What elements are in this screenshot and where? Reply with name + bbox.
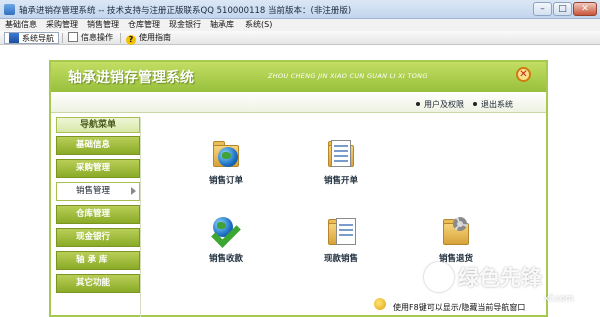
panel-title: 轴承进销存管理系统 xyxy=(68,70,194,86)
bullet-icon xyxy=(473,102,477,106)
cash-sales-label: 现款销售 xyxy=(323,254,358,264)
sidebar-item-bearing-library[interactable]: 轴 承 库 xyxy=(56,251,140,270)
panel-close-icon[interactable]: ✕ xyxy=(516,67,531,82)
sales-invoice-label: 销售开单 xyxy=(323,176,358,186)
sidebar-item-sales[interactable]: 销售管理 xyxy=(56,182,140,201)
toolbar-separator xyxy=(62,33,63,43)
menu-cash-bank[interactable]: 现金银行 xyxy=(169,19,201,31)
toolbar: 系统导航 信息操作 ? 使用指南 xyxy=(0,31,600,45)
application-window: 轴承进销存管理系统 -- 技术支持与注册正版联系QQ 510000118 当前版… xyxy=(0,0,600,317)
document-icon xyxy=(68,32,78,42)
maximize-button[interactable]: □ xyxy=(553,2,572,16)
menu-basic-info[interactable]: 基础信息 xyxy=(5,19,37,31)
bullet-icon xyxy=(416,102,420,106)
exit-system-link[interactable]: 退出系统 xyxy=(473,99,513,110)
menu-bar: 基础信息 采购管理 销售管理 仓库管理 现金银行 轴承库 系统(S) xyxy=(0,19,600,31)
document-list-icon xyxy=(324,137,358,171)
users-permissions-label: 用户及权限 xyxy=(424,100,464,109)
nav-menu-heading: 导航菜单 xyxy=(56,117,140,133)
panel-subtitle: ZHOU CHENG JIN XIAO CUN GUAN LI XI TONG xyxy=(268,72,428,80)
sales-receipt-label: 销售收款 xyxy=(208,254,243,264)
toolbar-guide-button[interactable]: ? 使用指南 xyxy=(126,32,171,45)
toolbar-separator xyxy=(120,33,121,43)
gear-folder-icon xyxy=(439,215,473,249)
minimize-button[interactable]: – xyxy=(533,2,552,16)
menu-system[interactable]: 系统(S) xyxy=(245,19,272,31)
sales-receipt-button[interactable]: 销售收款 xyxy=(186,215,266,264)
sidebar-item-other[interactable]: 其它功能 xyxy=(56,274,140,293)
arrow-right-icon xyxy=(131,187,136,195)
close-window-button[interactable]: ✕ xyxy=(573,2,597,16)
sidebar-item-sales-label: 销售管理 xyxy=(76,186,111,196)
window-title: 轴承进销存管理系统 -- 技术支持与注册正版联系QQ 510000118 当前版… xyxy=(19,6,352,16)
users-permissions-link[interactable]: 用户及权限 xyxy=(416,99,464,110)
cash-sales-button[interactable]: 现款销售 xyxy=(301,215,381,264)
sidebar-item-cash-bank[interactable]: 现金银行 xyxy=(56,228,140,247)
panel-divider xyxy=(140,117,141,317)
app-icon xyxy=(4,4,15,15)
toolbar-info-button[interactable]: 信息操作 xyxy=(68,32,113,44)
menu-warehouse[interactable]: 仓库管理 xyxy=(128,19,160,31)
toolbar-info-label: 信息操作 xyxy=(81,33,113,42)
sidebar-item-basic-info[interactable]: 基础信息 xyxy=(56,136,140,155)
toolbar-system-nav-label: 系统导航 xyxy=(22,34,54,43)
watermark-logo-icon xyxy=(424,262,454,292)
menu-sales[interactable]: 销售管理 xyxy=(87,19,119,31)
watermark-subtext: xf.com xyxy=(544,294,574,304)
panel-link-bar xyxy=(51,92,546,113)
menu-bearing-library[interactable]: 轴承库 xyxy=(210,19,234,31)
watermark-text: 绿色先锋 xyxy=(458,266,542,290)
sales-return-button[interactable]: 销售退货 xyxy=(416,215,496,264)
sales-order-label: 销售订单 xyxy=(208,176,243,186)
help-icon: ? xyxy=(126,35,136,45)
title-bar: 轴承进销存管理系统 -- 技术支持与注册正版联系QQ 510000118 当前版… xyxy=(0,0,600,19)
sales-order-button[interactable]: 销售订单 xyxy=(186,137,266,186)
sidebar-item-purchase[interactable]: 采购管理 xyxy=(56,159,140,178)
globe-check-icon xyxy=(209,215,243,249)
exit-system-label: 退出系统 xyxy=(481,100,513,109)
document-folder-icon xyxy=(324,215,358,249)
menu-purchase[interactable]: 采购管理 xyxy=(46,19,78,31)
navigation-icon xyxy=(9,33,19,43)
toolbar-guide-label: 使用指南 xyxy=(139,33,171,42)
toolbar-system-nav-button[interactable]: 系统导航 xyxy=(4,32,59,44)
footer-hint: 使用F8键可以显示/隐藏当前导航窗口 xyxy=(393,303,526,312)
sales-invoice-button[interactable]: 销售开单 xyxy=(301,137,381,186)
globe-folder-icon xyxy=(209,137,243,171)
lightbulb-icon xyxy=(374,298,386,310)
sidebar-item-warehouse[interactable]: 仓库管理 xyxy=(56,205,140,224)
